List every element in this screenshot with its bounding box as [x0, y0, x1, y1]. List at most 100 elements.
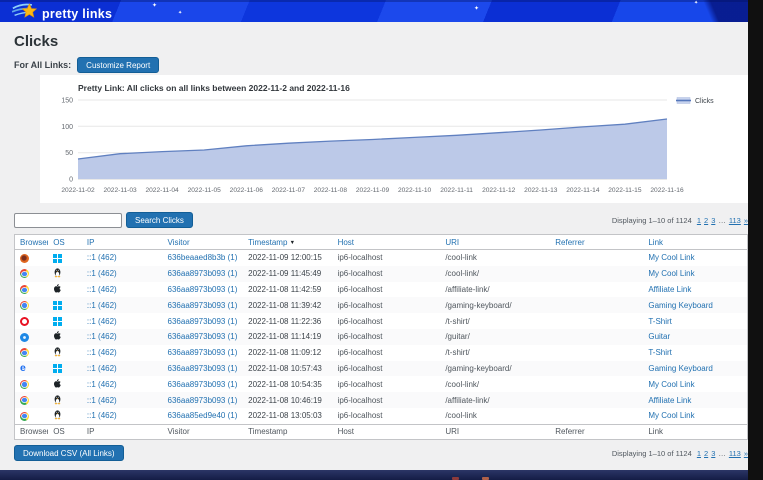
footer-column-browser: Browser: [15, 424, 49, 439]
ip-link[interactable]: ::1 (462): [87, 348, 117, 357]
last-page-link[interactable]: 113: [729, 216, 741, 225]
svg-text:2022-11-07: 2022-11-07: [272, 187, 306, 194]
pretty-link[interactable]: My Cool Link: [648, 380, 694, 389]
sparkle-icon: ✦: [474, 6, 479, 12]
column-sort-link[interactable]: Link: [648, 238, 663, 247]
ip-link[interactable]: ::1 (462): [87, 301, 117, 310]
page-link[interactable]: 1: [697, 449, 701, 458]
page-link[interactable]: 3: [711, 216, 715, 225]
column-sort-visitor[interactable]: Visitor: [168, 238, 190, 247]
referrer-cell: [550, 329, 643, 345]
timestamp-cell: 2022-11-09 11:45:49: [243, 266, 332, 282]
clicks-table-body: ::1 (462) 636beaaed8b3b (1) 2022-11-09 1…: [15, 250, 748, 425]
visitor-link[interactable]: 636aa8973b093 (1): [168, 317, 238, 326]
svg-text:2022-11-05: 2022-11-05: [188, 187, 222, 194]
column-sort-browser[interactable]: Browser: [20, 238, 48, 247]
table-foot: BrowserOSIPVisitorTimestampHostURIReferr…: [15, 424, 748, 439]
windows-os-icon: [53, 254, 62, 263]
ip-link[interactable]: ::1 (462): [87, 396, 117, 405]
visitor-link[interactable]: 636aa8973b093 (1): [168, 332, 238, 341]
search-clicks-button[interactable]: Search Clicks: [126, 212, 193, 228]
column-sort-uri[interactable]: URI: [445, 238, 459, 247]
table-row: ::1 (462) 636beaaed8b3b (1) 2022-11-09 1…: [15, 250, 748, 266]
column-sort-host[interactable]: Host: [338, 238, 354, 247]
pretty-link[interactable]: Affiliate Link: [648, 396, 691, 405]
header-row: BrowserOSIPVisitorTimestamp ▼HostURIRefe…: [15, 235, 748, 250]
clicks-chart: 0501001502022-11-022022-11-032022-11-042…: [40, 95, 748, 203]
table-row: ::1 (462) 636aa8973b093 (1) 2022-11-09 1…: [15, 266, 748, 282]
page-link[interactable]: 1: [697, 216, 701, 225]
host-cell: ip6-localhost: [333, 408, 441, 424]
visitor-link[interactable]: 636aa8973b093 (1): [168, 380, 238, 389]
svg-text:100: 100: [61, 124, 73, 131]
pretty-link[interactable]: Gaming Keyboard: [648, 301, 712, 310]
pretty-link[interactable]: My Cool Link: [648, 253, 694, 262]
pretty-link[interactable]: My Cool Link: [648, 269, 694, 278]
visitor-link[interactable]: 636aa85ed9e40 (1): [168, 411, 238, 420]
pagination-bottom: Displaying 1–10 of 1124 123…113»: [612, 449, 748, 458]
windows-os-icon: [53, 364, 62, 373]
ip-link[interactable]: ::1 (462): [87, 253, 117, 262]
visitor-link[interactable]: 636beaaed8b3b (1): [168, 253, 238, 262]
host-cell: ip6-localhost: [333, 376, 441, 392]
pretty-link[interactable]: My Cool Link: [648, 411, 694, 420]
ip-link[interactable]: ::1 (462): [87, 411, 117, 420]
customize-report-button[interactable]: Customize Report: [77, 57, 159, 73]
download-csv-button[interactable]: Download CSV (All Links): [14, 445, 124, 461]
referrer-cell: [550, 250, 643, 266]
uri-cell: /cool-link: [440, 250, 550, 266]
host-cell: ip6-localhost: [333, 329, 441, 345]
ip-link[interactable]: ::1 (462): [87, 364, 117, 373]
visitor-link[interactable]: 636aa8973b093 (1): [168, 396, 238, 405]
table-row: ::1 (462) 636aa8973b093 (1) 2022-11-08 1…: [15, 329, 748, 345]
column-sort-timestamp[interactable]: Timestamp: [248, 238, 287, 247]
host-cell: ip6-localhost: [333, 361, 441, 377]
table-row: ::1 (462) 636aa85ed9e40 (1) 2022-11-08 1…: [15, 408, 748, 424]
page-link[interactable]: 3: [711, 449, 715, 458]
footer-column-link: Link: [643, 424, 747, 439]
pretty-link[interactable]: T-Shirt: [648, 317, 672, 326]
timestamp-cell: 2022-11-08 11:09:12: [243, 345, 332, 361]
svg-text:2022-11-10: 2022-11-10: [398, 187, 432, 194]
clicks-area-chart: 0501001502022-11-022022-11-032022-11-042…: [40, 95, 748, 203]
svg-text:150: 150: [61, 98, 73, 105]
svg-text:2022-11-06: 2022-11-06: [230, 187, 264, 194]
timestamp-cell: 2022-11-08 11:22:36: [243, 313, 332, 329]
apple-os-icon: [53, 330, 62, 343]
timestamp-cell: 2022-11-08 10:57:43: [243, 361, 332, 377]
ip-link[interactable]: ::1 (462): [87, 380, 117, 389]
pretty-link[interactable]: Guitar: [648, 332, 670, 341]
ip-link[interactable]: ::1 (462): [87, 269, 117, 278]
pretty-link[interactable]: Affiliate Link: [648, 285, 691, 294]
column-sort-ip[interactable]: IP: [87, 238, 95, 247]
uri-cell: /cool-link/: [440, 376, 550, 392]
ip-link[interactable]: ::1 (462): [87, 332, 117, 341]
column-sort-os[interactable]: OS: [53, 238, 65, 247]
uri-cell: /cool-link/: [440, 266, 550, 282]
app-window: pretty links ✦ ✦ ✦ ✦ Clicks For All Link…: [0, 0, 763, 480]
ip-link[interactable]: ::1 (462): [87, 285, 117, 294]
search-input[interactable]: [14, 213, 122, 228]
svg-text:50: 50: [65, 150, 73, 157]
page-link[interactable]: 2: [704, 216, 708, 225]
pagination-summary: Displaying 1–10 of 1124: [612, 216, 692, 225]
table-row: ::1 (462) 636aa8973b093 (1) 2022-11-08 1…: [15, 313, 748, 329]
host-cell: ip6-localhost: [333, 250, 441, 266]
last-page-link[interactable]: 113: [729, 449, 741, 458]
pagination-ellipsis: …: [718, 216, 726, 225]
page-link[interactable]: 2: [704, 449, 708, 458]
pretty-link[interactable]: Gaming Keyboard: [648, 364, 712, 373]
svg-text:2022-11-11: 2022-11-11: [440, 187, 473, 194]
timestamp-cell: 2022-11-08 11:14:19: [243, 329, 332, 345]
visitor-link[interactable]: 636aa8973b093 (1): [168, 301, 238, 310]
visitor-link[interactable]: 636aa8973b093 (1): [168, 364, 238, 373]
uri-cell: /affiliate-link/: [440, 392, 550, 408]
table-row: ::1 (462) 636aa8973b093 (1) 2022-11-08 1…: [15, 392, 748, 408]
referrer-cell: [550, 313, 643, 329]
visitor-link[interactable]: 636aa8973b093 (1): [168, 269, 238, 278]
visitor-link[interactable]: 636aa8973b093 (1): [168, 348, 238, 357]
ip-link[interactable]: ::1 (462): [87, 317, 117, 326]
visitor-link[interactable]: 636aa8973b093 (1): [168, 285, 238, 294]
column-sort-referrer[interactable]: Referrer: [555, 238, 584, 247]
pretty-link[interactable]: T-Shirt: [648, 348, 672, 357]
